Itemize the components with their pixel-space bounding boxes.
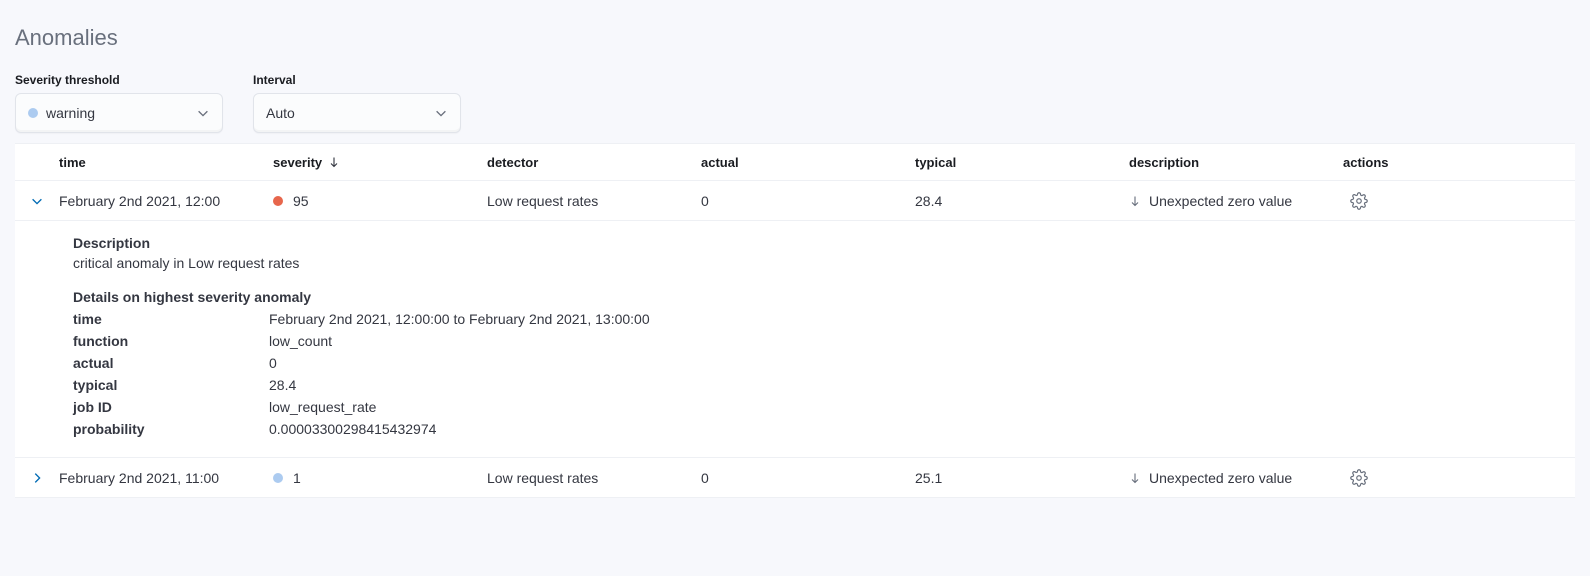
- arrow-down-icon: [1129, 472, 1141, 484]
- cell-severity: 1: [273, 470, 487, 486]
- description-heading: Description: [73, 235, 1575, 251]
- row-actions-button[interactable]: [1343, 185, 1375, 217]
- expand-toggle[interactable]: [15, 471, 59, 485]
- col-detector[interactable]: detector: [487, 155, 701, 170]
- cell-typical: 25.1: [915, 470, 1129, 486]
- cell-detector: Low request rates: [487, 193, 701, 209]
- col-actual[interactable]: actual: [701, 155, 915, 170]
- chevron-down-icon: [434, 106, 448, 120]
- cell-actual: 0: [701, 193, 915, 209]
- chevron-down-icon: [196, 106, 210, 120]
- arrow-down-icon: [1129, 195, 1141, 207]
- interval-select[interactable]: Auto: [253, 93, 461, 133]
- cell-typical: 28.4: [915, 193, 1129, 209]
- severity-threshold-group: Severity threshold warning: [15, 73, 223, 133]
- col-typical[interactable]: typical: [915, 155, 1129, 170]
- table-header: time severity detector actual typical de…: [15, 143, 1575, 181]
- expanded-panel: Description critical anomaly in Low requ…: [15, 221, 1575, 458]
- cell-detector: Low request rates: [487, 470, 701, 486]
- detail-row-function: function low_count: [73, 333, 1575, 349]
- col-actions: actions: [1343, 155, 1417, 170]
- severity-dot-icon: [273, 196, 283, 206]
- interval-group: Interval Auto: [253, 73, 461, 133]
- severity-threshold-select[interactable]: warning: [15, 93, 223, 133]
- cell-severity: 95: [273, 193, 487, 209]
- severity-dot-icon: [28, 108, 38, 118]
- table-row: February 2nd 2021, 11:00 1 Low request r…: [15, 458, 1575, 498]
- detail-row-time: time February 2nd 2021, 12:00:00 to Febr…: [73, 311, 1575, 327]
- row-actions-button[interactable]: [1343, 462, 1375, 494]
- cell-time: February 2nd 2021, 12:00: [59, 193, 273, 209]
- anomalies-table: time severity detector actual typical de…: [15, 143, 1575, 498]
- detail-row-jobid: job ID low_request_rate: [73, 399, 1575, 415]
- description-text: critical anomaly in Low request rates: [73, 255, 1575, 271]
- expand-toggle[interactable]: [15, 194, 59, 208]
- cell-time: February 2nd 2021, 11:00: [59, 470, 273, 486]
- cell-description: Unexpected zero value: [1129, 470, 1343, 486]
- page-title: Anomalies: [15, 25, 1575, 51]
- severity-dot-icon: [273, 473, 283, 483]
- interval-label: Interval: [253, 73, 461, 87]
- col-time[interactable]: time: [59, 155, 273, 170]
- severity-threshold-value: warning: [46, 105, 95, 121]
- detail-row-actual: actual 0: [73, 355, 1575, 371]
- interval-value: Auto: [266, 105, 295, 121]
- col-description[interactable]: description: [1129, 155, 1343, 170]
- detail-row-typical: typical 28.4: [73, 377, 1575, 393]
- severity-threshold-label: Severity threshold: [15, 73, 223, 87]
- cell-actual: 0: [701, 470, 915, 486]
- col-severity[interactable]: severity: [273, 155, 487, 170]
- details-heading: Details on highest severity anomaly: [73, 289, 1575, 305]
- detail-row-probability: probability 0.00003300298415432974: [73, 421, 1575, 437]
- controls-row: Severity threshold warning Interval Auto: [15, 73, 1575, 133]
- table-row: February 2nd 2021, 12:00 95 Low request …: [15, 181, 1575, 221]
- cell-description: Unexpected zero value: [1129, 193, 1343, 209]
- sort-down-icon: [328, 156, 340, 168]
